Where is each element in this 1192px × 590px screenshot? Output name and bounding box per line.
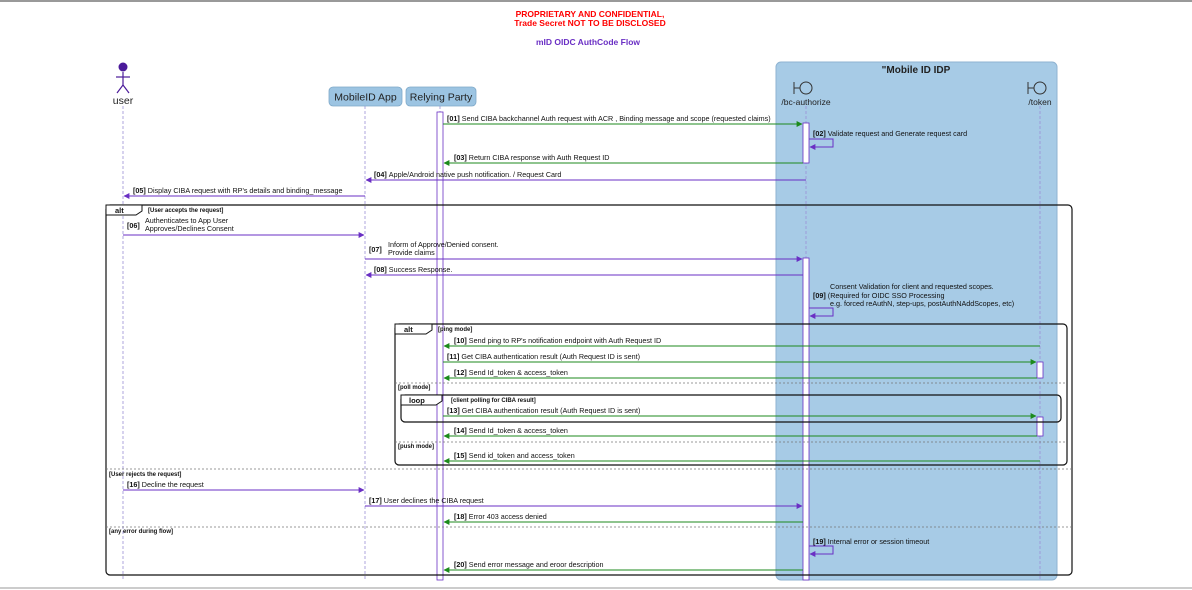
message-05: [05] Display CIBA request with RP's detai…	[123, 186, 365, 199]
message-04: [04] Apple/Android native push notificati…	[365, 170, 806, 183]
message-20: [20] Send error message and eroor descrip…	[443, 560, 803, 573]
svg-text:[04]Apple/Android native push: [04] Apple/Android native push notificati…	[374, 170, 561, 179]
svg-text:[11]Get CIBA authentication re: [11] Get CIBA authentication result (Auth…	[447, 352, 640, 361]
app-label: MobileID App	[334, 92, 397, 104]
svg-text:[03]Return CIBA response with: [03] Return CIBA response with Auth Reque…	[454, 153, 609, 162]
svg-text:[12]Send Id_token & access_tok: [12] Send Id_token & access_token	[454, 368, 568, 377]
svg-text:Approves/Declines Consent: Approves/Declines Consent	[145, 224, 234, 233]
inner-guard-poll: [poll mode]	[398, 385, 430, 391]
svg-text:[06]: [06]	[127, 221, 140, 230]
svg-text:[05]Display CIBA request with: [05] Display CIBA request with RP's detai…	[133, 186, 343, 195]
svg-text:[15]Send id_token and access_t: [15] Send id_token and access_token	[454, 451, 575, 460]
outer-alt-tag: alt	[115, 206, 124, 215]
svg-text:Provide claims: Provide claims	[388, 248, 435, 257]
svg-text:e.g. forced reAuthN, step-ups,: e.g. forced reAuthN, step-ups, postAuthN…	[830, 299, 1014, 308]
token-label: /token	[1028, 97, 1051, 107]
actor-head-icon	[118, 62, 128, 72]
svg-text:[16]Decline the request: [16] Decline the request	[127, 480, 204, 489]
svg-text:[02]Validate request and Gener: [02] Validate request and Generate reques…	[813, 129, 967, 138]
message-03: [03] Return CIBA response with Auth Reque…	[443, 153, 803, 166]
idp-box-title: "Mobile ID IDP	[882, 65, 951, 76]
participant-rp: Relying Party	[405, 86, 477, 107]
participant-user: user	[113, 62, 134, 107]
rp-activation	[436, 111, 444, 581]
bc-label: /bc-authorize	[781, 97, 830, 107]
message-16: [16] Decline the request	[123, 480, 365, 493]
inner-alt-tag: alt	[404, 325, 413, 334]
message-08: [08] Success Response.	[365, 265, 803, 278]
svg-text:[13]Get CIBA authentication re: [13] Get CIBA authentication result (Auth…	[447, 406, 640, 415]
token-activation-2	[1036, 416, 1044, 437]
message-07: [07] Inform of Approve/Denied consent. P…	[365, 240, 803, 262]
loop-guard: [client polling for CIBA result]	[451, 398, 536, 404]
user-label: user	[113, 95, 134, 107]
confidential-line-2: Trade Secret NOT TO BE DISCLOSED	[514, 18, 665, 28]
participant-app: MobileID App	[328, 86, 403, 107]
svg-text:[08]Success Response.: [08] Success Response.	[374, 265, 452, 274]
rp-label: Relying Party	[410, 92, 473, 104]
svg-text:[20]Send error message and ero: [20] Send error message and eroor descrip…	[454, 560, 603, 569]
outer-guard-reject: [User rejects the request]	[109, 472, 181, 478]
inner-guard-ping: [ping mode]	[438, 327, 472, 333]
svg-text:Consent Validation for client: Consent Validation for client and reques…	[830, 282, 994, 291]
outer-guard-accept: [User accepts the request]	[148, 208, 223, 214]
svg-text:[17]User declines the CIBA req: [17] User declines the CIBA request	[369, 496, 484, 505]
loop-tag: loop	[409, 396, 425, 405]
svg-text:[07]: [07]	[369, 245, 382, 254]
message-17: [17] User declines the CIBA request	[365, 496, 803, 509]
message-06: [06] Authenticates to App User Approves/…	[123, 216, 365, 238]
message-01: [01] Send CIBA backchannel Auth request w…	[443, 114, 803, 127]
idp-box	[775, 61, 1058, 581]
svg-text:[01]Send CIBA backchannel Auth: [01] Send CIBA backchannel Auth request w…	[447, 114, 771, 123]
svg-text:[14]Send Id_token & access_tok: [14] Send Id_token & access_token	[454, 426, 568, 435]
token-activation-1	[1036, 361, 1044, 379]
bc-activation-2	[802, 257, 810, 581]
svg-text:[18]Error 403 access denied: [18] Error 403 access denied	[454, 512, 547, 521]
sequence-diagram: PROPRIETARY AND CONFIDENTIAL, Trade Secr…	[0, 0, 1192, 589]
message-18: [18] Error 403 access denied	[443, 512, 803, 525]
bc-activation-1	[802, 122, 810, 164]
svg-text:[19]Internal error or session: [19] Internal error or session timeout	[813, 537, 929, 546]
diagram-title: mID OIDC AuthCode Flow	[536, 37, 640, 47]
outer-guard-error: [any error during flow]	[109, 529, 173, 535]
svg-text:[10]Send ping to RP's notifica: [10] Send ping to RP's notification endpo…	[454, 336, 661, 345]
inner-guard-push: [push mode]	[398, 444, 434, 450]
